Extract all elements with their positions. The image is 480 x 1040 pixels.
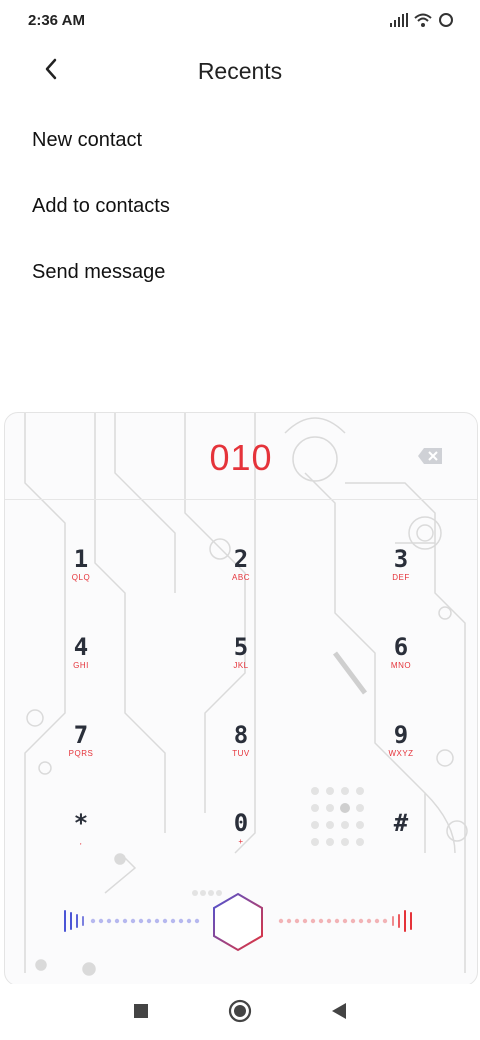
key-star[interactable]: * ,: [36, 810, 126, 870]
key-digit: 7: [73, 721, 89, 749]
key-7[interactable]: 7 PQRS: [36, 722, 126, 782]
key-digit: 4: [73, 633, 89, 661]
key-6[interactable]: 6 MNO: [356, 634, 446, 694]
key-letters: TUV: [232, 749, 250, 758]
key-digit: 2: [233, 545, 249, 573]
nav-back-button[interactable]: [324, 998, 354, 1028]
header: Recents: [0, 44, 480, 104]
status-icons: [390, 12, 454, 33]
voice-call-button[interactable]: [207, 891, 269, 953]
backspace-button[interactable]: [417, 447, 443, 465]
status-time: 2:36 AM: [28, 12, 85, 29]
key-letters: DEF: [392, 573, 410, 582]
new-contact-item[interactable]: New contact: [32, 129, 142, 152]
key-letters: WXYZ: [388, 749, 414, 758]
recent-apps-button[interactable]: [126, 998, 156, 1028]
page-title: Recents: [197, 58, 283, 84]
key-1[interactable]: 1 QLQ: [36, 546, 126, 606]
key-digit: 3: [393, 545, 409, 573]
key-digit: 5: [233, 633, 249, 661]
dialed-number: 010: [209, 437, 273, 478]
key-letters: GHI: [73, 661, 89, 670]
status-bar: 2:36 AM: [0, 0, 480, 44]
key-0[interactable]: 0 +: [196, 810, 286, 870]
key-digit: 8: [233, 721, 249, 749]
key-2[interactable]: 2 ABC: [196, 546, 286, 606]
key-digit: *: [73, 809, 89, 837]
key-digit: #: [393, 809, 409, 837]
wifi-icon: [414, 13, 432, 32]
key-digit: 9: [393, 721, 409, 749]
key-letters: QLQ: [71, 573, 91, 582]
key-letters: +: [238, 837, 244, 846]
key-letters: PQRS: [68, 749, 94, 758]
recent-apps-icon: [133, 1003, 149, 1024]
home-button[interactable]: [225, 998, 255, 1028]
send-message-item[interactable]: Send message: [32, 261, 165, 284]
key-5[interactable]: 5 JKL: [196, 634, 286, 694]
key-letters: MNO: [390, 661, 412, 670]
signal-icon: [390, 13, 408, 32]
key-letters: JKL: [233, 661, 249, 670]
key-9[interactable]: 9 WXYZ: [356, 722, 446, 782]
backspace-icon: [417, 448, 443, 469]
key-digit: 1: [73, 545, 89, 573]
key-letters: ,: [79, 837, 83, 846]
key-digit: 0: [233, 809, 249, 837]
key-hash[interactable]: #: [356, 810, 446, 870]
system-nav-bar: [0, 984, 480, 1040]
key-letters: ABC: [232, 573, 250, 582]
key-8[interactable]: 8 TUV: [196, 722, 286, 782]
dialer-panel: 010 1 QLQ 2 ABC 3 DEF 4 GHI 5 JKL 6 MNO …: [4, 412, 478, 986]
add-to-contacts-item[interactable]: Add to contacts: [32, 195, 170, 218]
key-digit: 6: [393, 633, 409, 661]
back-icon: [331, 1002, 347, 1025]
voice-call-icon: [207, 892, 269, 957]
battery-circle-icon: [438, 12, 454, 33]
home-icon: [228, 999, 252, 1028]
key-3[interactable]: 3 DEF: [356, 546, 446, 606]
key-4[interactable]: 4 GHI: [36, 634, 126, 694]
